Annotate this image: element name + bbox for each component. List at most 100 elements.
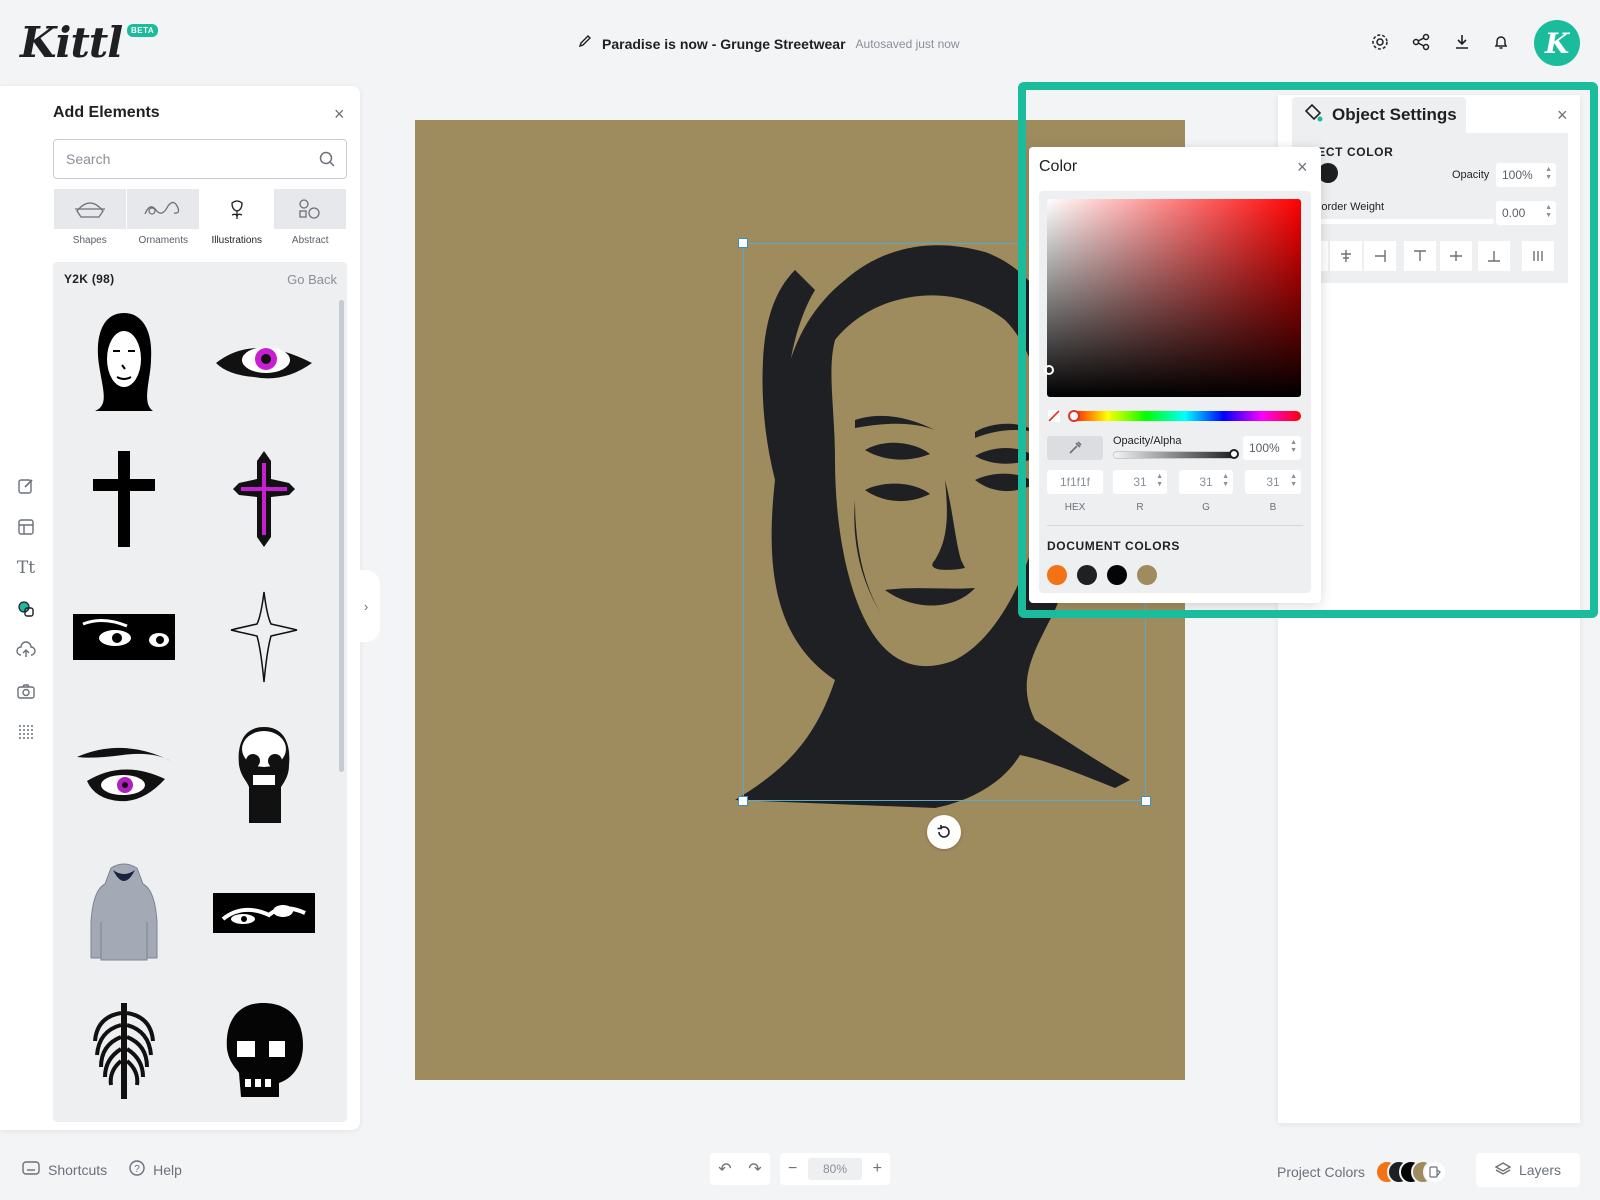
list-item-black-cross[interactable] <box>59 434 189 564</box>
opacity-value: 100% <box>1502 168 1533 182</box>
list-item-outline-cross[interactable] <box>199 572 329 702</box>
share-icon[interactable] <box>1409 30 1433 54</box>
upload-icon[interactable] <box>14 638 38 662</box>
r-input[interactable]: 31 ▲ ▼ <box>1113 470 1167 494</box>
list-item-skull-bust[interactable] <box>199 710 329 840</box>
stepper-arrows-icon[interactable]: ▲ ▼ <box>1290 439 1297 455</box>
collection-title: Y2K (98) <box>64 272 115 286</box>
undo-redo-group: ↶ ↷ <box>710 1153 770 1185</box>
go-back-link[interactable]: Go Back <box>287 272 337 287</box>
align-bottom-icon[interactable] <box>1478 241 1510 271</box>
layers-button[interactable]: Layers <box>1476 1153 1580 1187</box>
kittl-logo[interactable]: Kittl <box>20 18 123 67</box>
align-center-h-icon[interactable] <box>1330 241 1362 271</box>
gear-icon[interactable] <box>1368 30 1392 54</box>
opacity-alpha-input[interactable]: 100% ▲ ▼ <box>1243 436 1301 460</box>
list-item-eye-closeup[interactable] <box>59 710 189 840</box>
undo-icon[interactable]: ↶ <box>718 1159 731 1179</box>
redo-icon[interactable]: ↷ <box>748 1159 761 1179</box>
list-item-purple-eye[interactable] <box>199 296 329 426</box>
resize-handle-bottom-left[interactable] <box>738 796 748 806</box>
opacity-input[interactable]: 100% ▲ ▼ <box>1496 163 1556 187</box>
document-title-bar[interactable]: Paradise is now - Grunge Streetwear Auto… <box>578 34 960 53</box>
camera-icon[interactable] <box>14 679 38 703</box>
user-avatar[interactable]: K <box>1534 20 1580 66</box>
hue-slider[interactable] <box>1069 411 1301 421</box>
no-color-icon[interactable] <box>1047 409 1061 423</box>
align-middle-v-icon[interactable] <box>1440 241 1472 271</box>
tab-illustrations[interactable]: Illustrations <box>200 189 274 251</box>
saturation-value-square[interactable] <box>1044 199 1301 397</box>
resize-handle-bottom-right[interactable] <box>1141 796 1151 806</box>
stepper-arrows-icon[interactable]: ▲ ▼ <box>1222 473 1229 489</box>
list-item-purple-cross[interactable] <box>199 434 329 564</box>
stepper-arrows-icon[interactable]: ▲ ▼ <box>1545 166 1552 182</box>
project-color-stack[interactable] <box>1374 1160 1447 1184</box>
bell-icon[interactable] <box>1489 30 1513 54</box>
search-input[interactable] <box>66 149 306 169</box>
color-cursor[interactable] <box>1044 365 1054 375</box>
project-colors[interactable]: Project Colors <box>1277 1160 1447 1184</box>
stepper-arrows-icon[interactable]: ▲ ▼ <box>1545 204 1552 220</box>
palette-icon[interactable] <box>1422 1160 1447 1184</box>
opacity-alpha-slider[interactable] <box>1113 451 1235 459</box>
object-settings-body: JECT COLOR Opacity 100% ▲ ▼ Border Weight… <box>1292 133 1568 283</box>
stepper-arrows-icon[interactable]: ▲ ▼ <box>1290 473 1297 489</box>
layers-label: Layers <box>1518 1162 1562 1178</box>
search-icon[interactable] <box>318 150 336 173</box>
border-weight-input[interactable]: 0.00 ▲ ▼ <box>1496 201 1556 225</box>
hue-slider-knob[interactable] <box>1068 410 1080 422</box>
dots-grid-icon[interactable] <box>14 720 38 744</box>
search-box[interactable] <box>53 139 347 179</box>
list-item-eyes-strip[interactable] <box>59 572 189 702</box>
zoom-level[interactable]: 80% <box>808 1158 862 1180</box>
hex-input[interactable]: 1f1f1f <box>1047 470 1103 494</box>
document-color-swatch[interactable] <box>1047 565 1067 585</box>
help-button[interactable]: ? Help <box>129 1160 182 1179</box>
category-label: Ornaments <box>138 235 188 246</box>
resize-handle-top-left[interactable] <box>738 238 748 248</box>
templates-icon[interactable] <box>14 515 38 539</box>
collapse-panel-tab[interactable]: › <box>352 570 380 642</box>
list-item-hoodie[interactable] <box>59 848 189 978</box>
document-title[interactable]: Paradise is now - Grunge Streetwear <box>602 36 846 52</box>
opacity-alpha-knob[interactable] <box>1229 449 1239 459</box>
document-color-swatch[interactable] <box>1137 565 1157 585</box>
close-icon[interactable]: × <box>334 105 345 123</box>
rotate-handle-icon[interactable] <box>927 815 961 849</box>
download-icon[interactable] <box>1450 30 1474 54</box>
list-item-pixel-skull[interactable] <box>199 986 329 1116</box>
document-color-swatch[interactable] <box>1107 565 1127 585</box>
paint-bucket-icon <box>1304 103 1324 128</box>
distribute-icon[interactable] <box>1522 241 1554 271</box>
border-weight-label: Border Weight <box>1314 201 1385 213</box>
text-icon[interactable]: Tt <box>14 556 38 580</box>
object-settings-tab[interactable]: Object Settings <box>1292 97 1466 133</box>
zoom-in-button[interactable]: + <box>873 1160 882 1178</box>
object-color-swatch[interactable] <box>1318 163 1338 183</box>
list-item-woman-portrait[interactable] <box>59 296 189 426</box>
eyedropper-icon[interactable] <box>1047 436 1103 460</box>
shortcuts-button[interactable]: Shortcuts <box>22 1161 107 1178</box>
zoom-out-button[interactable]: − <box>788 1160 797 1178</box>
object-settings-panel: Object Settings × JECT COLOR Opacity 100… <box>1278 95 1580 1123</box>
close-icon[interactable]: × <box>1557 105 1568 126</box>
grid-scrollbar[interactable] <box>339 300 344 772</box>
tab-abstract[interactable]: Abstract <box>274 189 348 251</box>
edit-icon[interactable] <box>14 474 38 498</box>
beta-badge: BETA <box>127 24 159 37</box>
document-color-swatch[interactable] <box>1077 565 1097 585</box>
g-input[interactable]: 31 ▲ ▼ <box>1179 470 1233 494</box>
tab-ornaments[interactable]: Ornaments <box>127 189 201 251</box>
category-label: Illustrations <box>211 235 263 246</box>
b-input[interactable]: 31 ▲ ▼ <box>1245 470 1301 494</box>
align-top-icon[interactable] <box>1404 241 1436 271</box>
close-icon[interactable]: × <box>1297 157 1308 178</box>
border-weight-slider[interactable] <box>1313 218 1494 225</box>
list-item-ribcage[interactable] <box>59 986 189 1116</box>
tab-shapes[interactable]: Shapes <box>53 189 127 251</box>
list-item-eye-strip-2[interactable] <box>199 848 329 978</box>
align-right-icon[interactable] <box>1364 241 1396 271</box>
stepper-arrows-icon[interactable]: ▲ ▼ <box>1156 473 1163 489</box>
elements-icon[interactable] <box>14 597 38 621</box>
